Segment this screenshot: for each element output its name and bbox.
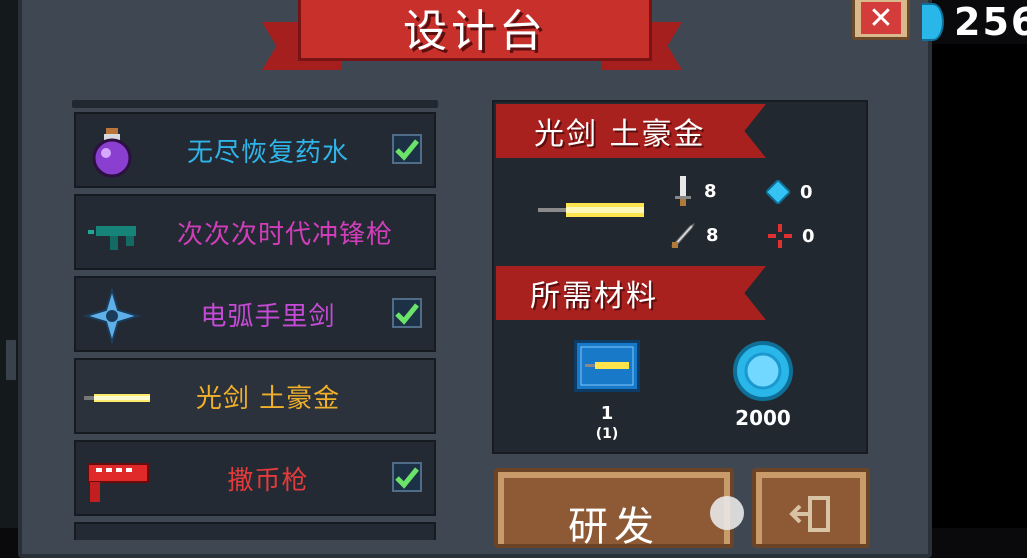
crit-icon [670,222,696,248]
checkbox[interactable] [392,134,422,164]
list-item-coin-gun[interactable]: 撒币枪 [74,440,436,516]
blueprint-owned: (1) [595,426,619,442]
research-button-label: 研发 [568,504,660,550]
blue-gem-icon [922,3,944,41]
exit-button[interactable] [752,468,870,548]
title-banner: 设计台 [262,0,682,70]
gem-required: 2000 [735,406,791,430]
list-item-partial[interactable] [74,522,436,540]
energy-icon [766,180,790,204]
exit-icon [789,496,830,532]
shuriken-icon [82,286,142,346]
weapon-detail-panel: 光剑 土豪金 8 0 8 0 所需材料 1 (1) 2000 [492,100,868,454]
stat-value: 8 [704,180,717,202]
weapon-name-ribbon: 光剑 土豪金 [496,104,766,158]
edge-notch [6,340,16,380]
potion-icon [92,128,132,178]
stat-value: 0 [802,225,815,247]
close-icon: ✕ [861,1,901,36]
check-icon [395,467,419,489]
page-title: 设计台 [403,6,547,57]
exit-button-face [762,478,860,544]
stat-value: 0 [800,181,813,203]
materials-ribbon: 所需材料 [496,266,766,320]
banner-main: 设计台 [298,0,652,61]
background-right [924,44,1027,528]
accuracy-icon [768,224,792,248]
list-top-bar [72,100,438,108]
gem-counter: 256 [922,0,1027,44]
item-name: 无尽恢复药水 [186,137,349,168]
check-icon [395,139,419,161]
blueprint-required: 1 [600,403,614,424]
stat-accuracy: 0 [768,224,815,248]
blueprint-amount: 1 (1) [574,404,640,444]
stat-damage: 8 [672,176,717,206]
touch-indicator [710,496,744,530]
smg-icon [88,226,136,250]
blueprint-icon [574,340,640,392]
item-name: 次次次时代冲锋枪 [176,219,393,250]
lightsaber-icon [84,394,150,402]
blueprint-list[interactable]: 无尽恢复药水 次次次时代冲锋枪 电弧手里剑 光剑 土豪金 撒币枪 [70,100,442,540]
close-button[interactable]: ✕ [852,0,910,40]
materials-header: 所需材料 [530,279,658,314]
research-button[interactable]: 研发 [494,468,734,550]
list-item-potion[interactable]: 无尽恢复药水 [74,112,436,188]
damage-icon [675,176,691,206]
item-name: 光剑 土豪金 [195,383,341,414]
checkbox[interactable] [392,298,422,328]
check-icon [395,303,419,325]
gem-icon [733,341,793,401]
stat-value: 8 [706,224,719,246]
stat-crit: 8 [670,222,719,248]
stat-energy: 0 [766,180,813,204]
list-item-shuriken[interactable]: 电弧手里剑 [74,276,436,352]
item-name: 撒币枪 [227,465,309,496]
gem-count: 256 [954,0,1027,44]
list-item-lightsaber[interactable]: 光剑 土豪金 [74,358,436,434]
item-name: 电弧手里剑 [200,301,336,332]
weapon-name: 光剑 土豪金 [534,117,706,152]
coin-gun-icon [87,463,149,502]
checkbox[interactable] [392,462,422,492]
research-button-face: 研发 [504,478,724,550]
blueprint-saber-icon [580,346,634,386]
lightsaber-preview-icon [538,203,644,217]
list-item-smg[interactable]: 次次次时代冲锋枪 [74,194,436,270]
